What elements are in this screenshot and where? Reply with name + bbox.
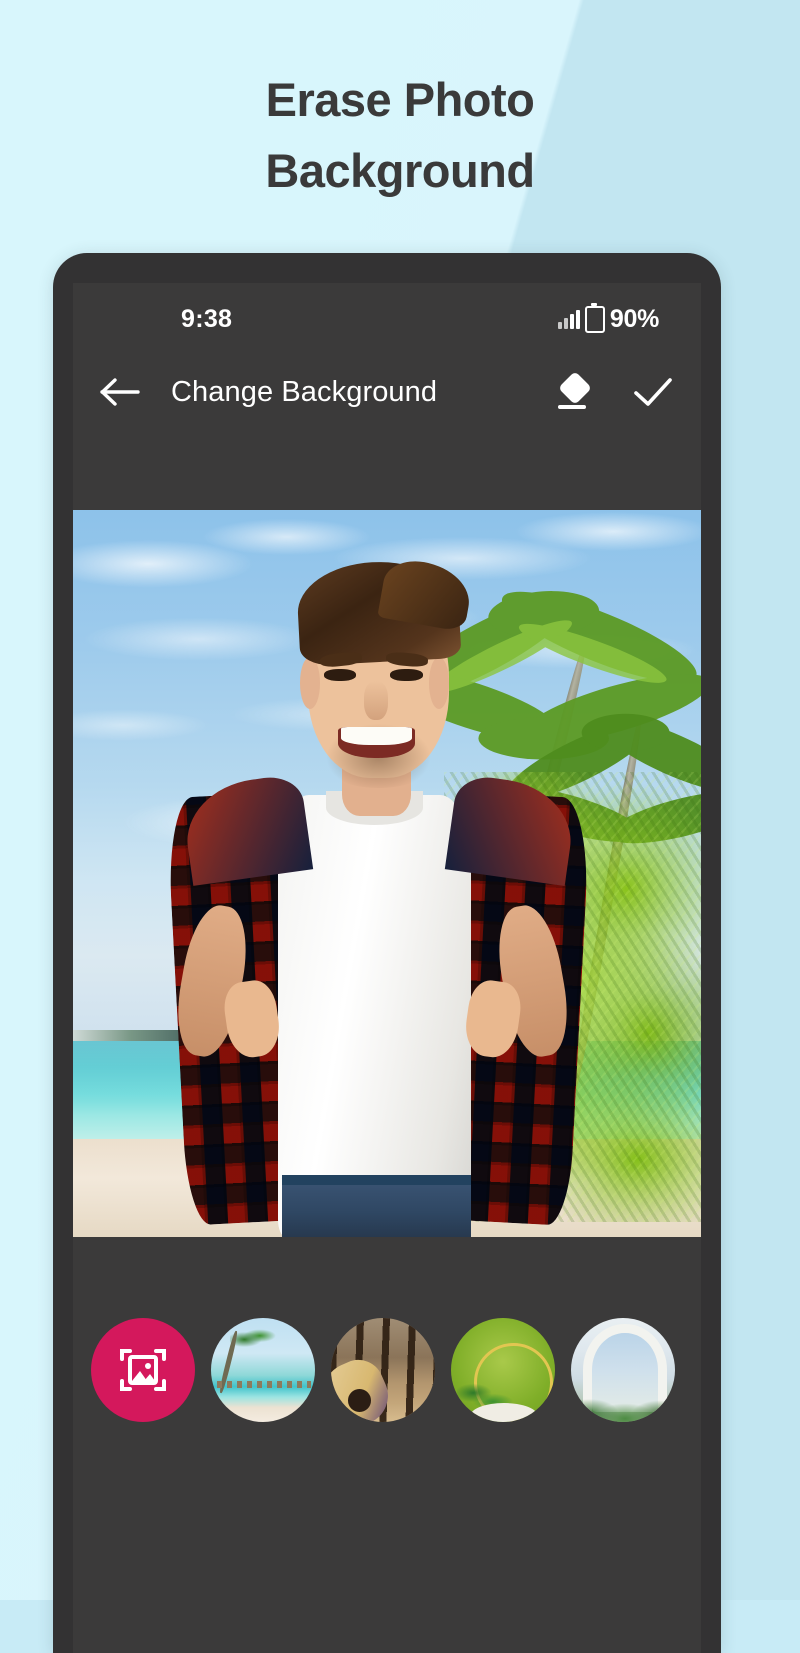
image-frame-icon <box>120 1349 166 1391</box>
battery-percent-label: 90% <box>609 304 659 333</box>
confirm-button[interactable] <box>631 374 675 410</box>
phone-mockup: 9:38 90% Change Background <box>53 253 721 1653</box>
background-thumb-beach[interactable] <box>211 1318 315 1422</box>
toolbar-title: Change Background <box>171 375 438 408</box>
page-title: Erase Photo Background <box>0 64 800 207</box>
status-clock: 9:38 <box>181 304 233 333</box>
background-thumbnail-strip[interactable] <box>73 1290 701 1450</box>
status-bar: 9:38 90% <box>73 283 701 355</box>
check-icon <box>634 378 672 406</box>
background-thumb-white-arch[interactable] <box>571 1318 675 1422</box>
subject-smile <box>338 727 415 758</box>
subject-eye-left <box>324 669 357 681</box>
photo-subject-person <box>166 546 591 1237</box>
eraser-icon <box>558 373 590 409</box>
app-toolbar: Change Background <box>73 355 701 429</box>
signal-bars-icon <box>557 309 580 329</box>
phone-screen: 9:38 90% Change Background <box>73 283 701 1653</box>
gallery-picker-button[interactable] <box>91 1318 195 1422</box>
headline-line-2: Background <box>265 144 535 198</box>
background-thumb-forest-guitar[interactable] <box>331 1318 435 1422</box>
editor-canvas[interactable] <box>73 510 701 1237</box>
shirt-shoulder-left <box>179 773 313 886</box>
eraser-button[interactable] <box>551 370 631 414</box>
arrow-left-icon <box>100 378 140 406</box>
battery-charging-icon <box>584 302 605 333</box>
shirt-shoulder-right <box>444 773 578 886</box>
subject-jeans-waistband <box>281 1174 471 1185</box>
subject-eye-right <box>390 669 423 681</box>
headline-line-1: Erase Photo <box>265 73 535 126</box>
background-thumb-green-podium[interactable] <box>451 1318 555 1422</box>
subject-photo <box>73 510 701 1237</box>
status-indicators: 90% <box>557 302 677 334</box>
back-button[interactable] <box>99 375 141 409</box>
